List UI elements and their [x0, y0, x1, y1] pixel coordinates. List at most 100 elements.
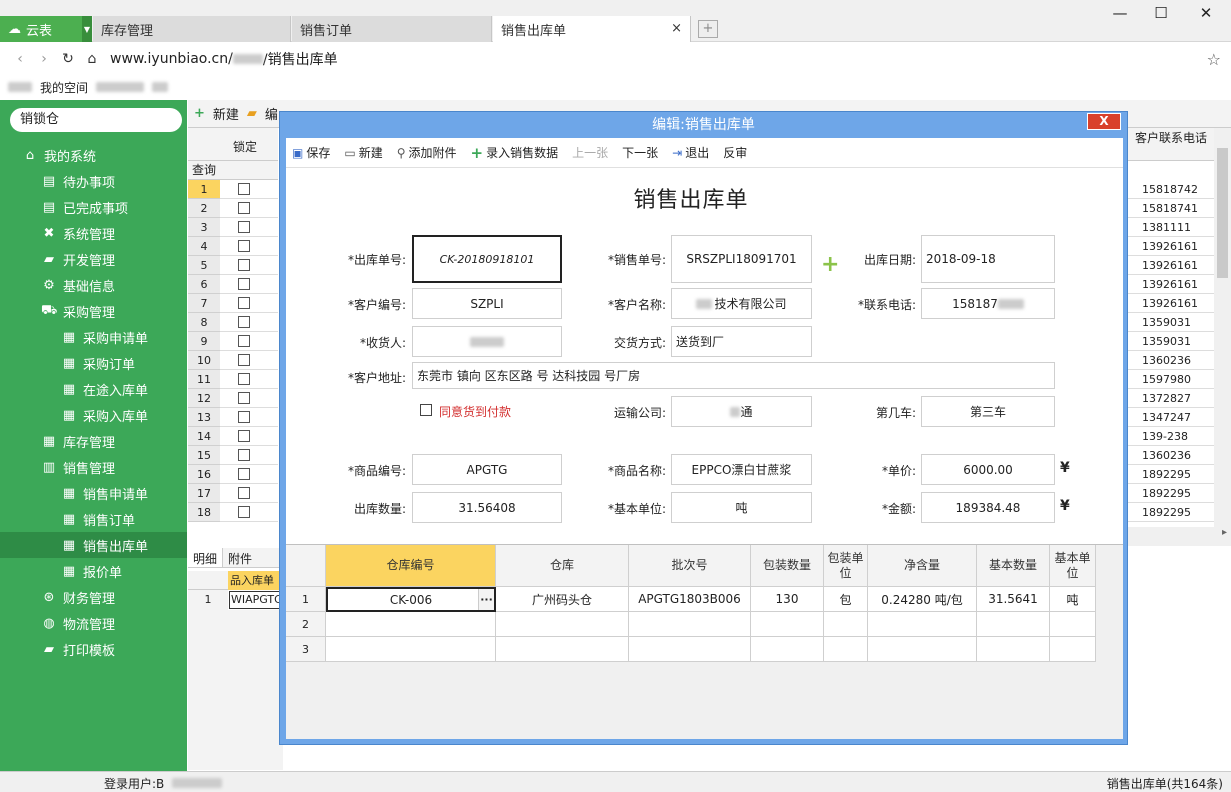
phone-cell[interactable]: 139-238 [1128, 427, 1214, 446]
lock-checkbox[interactable] [238, 316, 250, 328]
grid-cell[interactable] [977, 637, 1050, 662]
lock-checkbox[interactable] [238, 202, 250, 214]
app-menu-button[interactable]: ☁ 云表 ▼ [0, 16, 92, 42]
lock-checkbox[interactable] [238, 373, 250, 385]
sidebar-item-system-mgmt[interactable]: ✖ 系统管理 [0, 220, 187, 246]
grid-cell[interactable]: 130 [751, 587, 824, 612]
grid-column-header[interactable]: 仓库 [496, 545, 629, 587]
phone-column-header[interactable]: 客户联系电话 [1128, 128, 1214, 161]
lock-checkbox[interactable] [238, 183, 250, 195]
close-window-icon[interactable]: ✕ [1186, 4, 1226, 28]
grid-cell[interactable]: CK-006 ··· [326, 587, 496, 612]
sidebar-search-input[interactable]: 销锁仓 [10, 108, 182, 132]
new-tab-button[interactable]: + [698, 20, 718, 38]
list-row[interactable]: 6 [188, 275, 278, 294]
phone-cell[interactable]: 1892295 [1128, 503, 1214, 522]
sidebar-item-todo[interactable]: ▤ 待办事项 [0, 168, 187, 194]
amount-field[interactable]: 189384.48 [921, 492, 1055, 523]
grid-cell[interactable]: APGTG1803B006 [629, 587, 751, 612]
new-button[interactable]: ▭ 新建 [344, 144, 382, 161]
forward-icon[interactable]: › [32, 51, 56, 67]
address-field[interactable]: 东莞市 镇向 区东区路 号 达科技园 号厂房 [412, 362, 1055, 389]
dialog-close-button[interactable]: X [1087, 113, 1121, 130]
grid-cell[interactable] [326, 612, 496, 637]
lock-checkbox[interactable] [238, 487, 250, 499]
sidebar-item-dev-mgmt[interactable]: ▰ 开发管理 [0, 246, 187, 272]
grid-cell[interactable] [868, 612, 977, 637]
sidebar-item-purchase-mgmt[interactable]: ⛟ 采购管理 [0, 298, 187, 324]
close-tab-icon[interactable]: × [671, 21, 682, 36]
sidebar-item-print-template[interactable]: ▰ 打印模板 [0, 636, 187, 662]
enter-sales-data-button[interactable]: + 录入销售数据 [471, 144, 559, 162]
lock-checkbox[interactable] [238, 278, 250, 290]
add-attachment-button[interactable]: ⚲ 添加附件 [397, 144, 457, 161]
customer-code-field[interactable]: SZPLI [412, 288, 562, 319]
phone-cell[interactable]: 1360236 [1128, 351, 1214, 370]
grid-cell[interactable] [1050, 612, 1096, 637]
phone-cell[interactable]: 1372827 [1128, 389, 1214, 408]
horizontal-scrollbar[interactable]: ▸ [1128, 527, 1231, 546]
grid-cell[interactable] [629, 612, 751, 637]
phone-cell[interactable]: 1359031 [1128, 313, 1214, 332]
quantity-field[interactable]: 31.56408 [412, 492, 562, 523]
sales-no-field[interactable]: SRSZPLI18091701 [671, 235, 812, 283]
maximize-icon[interactable]: ☐ [1141, 4, 1181, 28]
lock-checkbox[interactable] [238, 392, 250, 404]
lock-checkbox[interactable] [238, 297, 250, 309]
sidebar-item-sales-outbound[interactable]: ▦ 销售出库单 [0, 532, 187, 558]
grid-cell[interactable]: 31.5641 [977, 587, 1050, 612]
product-code-field[interactable]: APGTG [412, 454, 562, 485]
lock-checkbox[interactable] [238, 430, 250, 442]
transport-field[interactable]: 通 [671, 396, 812, 427]
list-row[interactable]: 18 [188, 503, 278, 522]
sidebar-item-purchase-order[interactable]: ▦ 采购订单 [0, 350, 187, 376]
lock-checkbox[interactable] [238, 354, 250, 366]
bottom-grid-row[interactable]: 1 WIAPGTG [188, 590, 283, 610]
grid-cell[interactable] [868, 637, 977, 662]
grid-column-header[interactable]: 包装单位 [824, 545, 868, 587]
list-row[interactable]: 5 [188, 256, 278, 275]
phone-cell[interactable]: 13926161 [1128, 275, 1214, 294]
chevron-down-icon[interactable]: ▼ [82, 16, 92, 42]
grid-column-header[interactable]: 包装数量 [751, 545, 824, 587]
grid-cell[interactable] [326, 637, 496, 662]
tab-attachment[interactable]: 附件 [223, 548, 257, 567]
sidebar-item-quotation[interactable]: ▦ 报价单 [0, 558, 187, 584]
unit-price-field[interactable]: 6000.00 [921, 454, 1055, 485]
list-row[interactable]: 3 [188, 218, 278, 237]
base-unit-field[interactable]: 吨 [671, 492, 812, 523]
grid-column-header[interactable]: 基本单位 [1050, 545, 1096, 587]
url-prefix[interactable]: www.iyunbiao.cn/ [110, 51, 233, 67]
refresh-icon[interactable]: ↻ [56, 51, 80, 67]
list-row[interactable]: 8 [188, 313, 278, 332]
lock-checkbox[interactable] [238, 468, 250, 480]
list-row[interactable]: 13 [188, 408, 278, 427]
out-no-field[interactable]: CK-20180918101 [412, 235, 562, 283]
lock-checkbox[interactable] [238, 449, 250, 461]
bottom-grid-cell[interactable]: WIAPGTG [229, 591, 283, 609]
sidebar-item-sales-mgmt[interactable]: ▥ 销售管理 [0, 454, 187, 480]
lock-checkbox[interactable] [238, 335, 250, 347]
delivery-field[interactable]: 送货到厂 [671, 326, 812, 357]
sidebar-item-finance-mgmt[interactable]: ⊛ 财务管理 [0, 584, 187, 610]
query-row[interactable]: 查询 [188, 161, 278, 180]
tab-inventory[interactable]: 库存管理 [93, 16, 291, 42]
list-row[interactable]: 16 [188, 465, 278, 484]
bottom-column-header[interactable]: 品入库单 [228, 571, 283, 590]
exit-button[interactable]: ⇥ 退出 [672, 144, 709, 161]
grid-cell[interactable] [496, 637, 629, 662]
list-row[interactable]: 1 [188, 180, 278, 199]
lock-checkbox[interactable] [238, 259, 250, 271]
phone-cell[interactable]: 1597980 [1128, 370, 1214, 389]
back-icon[interactable]: ‹ [8, 51, 32, 67]
minimize-icon[interactable]: — [1100, 4, 1140, 28]
sidebar-item-logistics-mgmt[interactable]: ◍ 物流管理 [0, 610, 187, 636]
list-row[interactable]: 9 [188, 332, 278, 351]
ellipsis-button[interactable]: ··· [478, 589, 494, 610]
grid-cell[interactable]: 吨 [1050, 587, 1096, 612]
tab-detail[interactable]: 明细 [188, 548, 224, 567]
unaudit-button[interactable]: 反审 [723, 144, 747, 161]
phone-cell[interactable]: 1347247 [1128, 408, 1214, 427]
list-row[interactable]: 17 [188, 484, 278, 503]
grid-cell[interactable] [751, 612, 824, 637]
